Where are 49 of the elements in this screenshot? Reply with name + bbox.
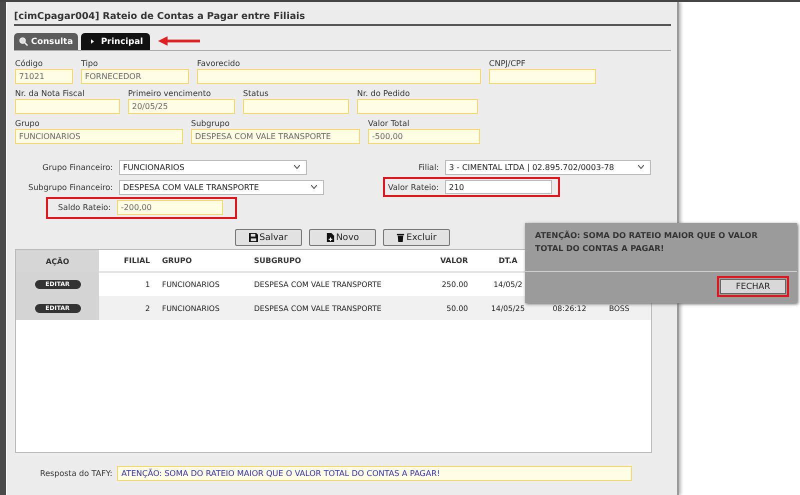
input-field[interactable]: DESPESA COM VALE TRANSPORTE [191, 129, 360, 144]
field-label: Valor Total [368, 119, 410, 128]
input-field[interactable]: -200,00 [116, 200, 223, 215]
search-icon [19, 37, 28, 46]
new-document-icon [326, 233, 335, 242]
input-field[interactable] [197, 69, 481, 84]
field-label: Grupo Financeiro: [41, 162, 114, 172]
input-field[interactable]: FUNCIONARIOS [15, 129, 183, 144]
input-field[interactable]: FORNECEDOR [81, 69, 189, 84]
field-label: Valor Rateio: [388, 182, 439, 192]
field-label: Favorecido [197, 59, 242, 68]
tab[interactable]: Consulta [14, 33, 78, 50]
toolbar-button[interactable]: Excluir [383, 229, 450, 246]
field-label: Status [243, 89, 270, 98]
dropdown[interactable]: FUNCIONARIOS [119, 160, 307, 174]
response-field[interactable]: ATENÇÃO: SOMA DO RATEIO MAIOR QUE O VALOR TOTAL DO CONTAS A PAGAR! [117, 466, 632, 481]
dropdown[interactable]: DESPESA COM VALE TRANSPORTE [119, 180, 324, 194]
input-field[interactable]: 210 [444, 180, 552, 194]
field-label: Código [15, 59, 44, 68]
field-label: Saldo Rateio: [58, 203, 111, 212]
caret-icon [311, 185, 317, 189]
input-field[interactable] [15, 99, 120, 114]
trash-icon [396, 233, 406, 242]
toolbar-button[interactable]: Novo [309, 229, 376, 246]
tab[interactable]: Principal [80, 33, 150, 50]
input-field[interactable] [357, 99, 478, 114]
close-button[interactable]: FECHAR [720, 279, 786, 294]
field-label: Grupo [15, 119, 41, 128]
field-label: Nr. da Nota Fiscal [15, 89, 86, 98]
input-field[interactable]: 71021 [15, 69, 73, 84]
dropdown[interactable]: 3 - CIMENTAL LTDA | 02.895.702/0003-78 [445, 160, 651, 174]
input-field[interactable] [489, 69, 596, 84]
toolbar-button[interactable]: Salvar [235, 229, 302, 246]
alert-message: ATENÇÃO: SOMA DO RATEIO MAIOR QUE O VALOR TOTAL DO CONTAS A PAGAR! [525, 223, 797, 272]
field-label: Filial: [417, 162, 440, 172]
field-label: Tipo [81, 59, 99, 68]
triangle-icon [90, 39, 94, 44]
field-label: Primeiro vencimento [128, 89, 212, 98]
caret-icon [638, 165, 644, 169]
window-title: [cimCpagar004] Rateio de Contas a Pagar entre Filiais [14, 2, 671, 26]
field-label: Subgrupo Financeiro: [27, 182, 114, 192]
field-label: CNPJ/CPF [489, 59, 526, 68]
input-field[interactable] [243, 99, 349, 114]
field-label: Resposta do TAFY: [40, 469, 112, 478]
input-field[interactable]: -500,00 [368, 129, 480, 144]
caret-icon [294, 165, 300, 169]
field-label: Subgrupo [191, 119, 231, 128]
input-field[interactable]: 20/05/25 [128, 99, 235, 114]
field-label: Nr. do Pedido [357, 89, 411, 98]
